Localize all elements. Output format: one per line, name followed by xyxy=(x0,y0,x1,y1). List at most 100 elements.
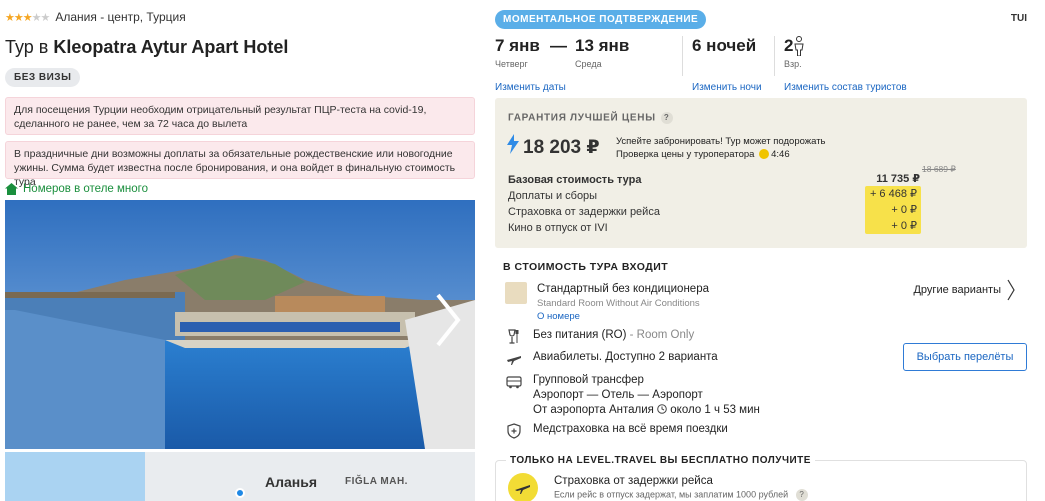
star-icon: ★ xyxy=(22,11,33,24)
base-price-value: 11 735 ₽ xyxy=(876,173,920,185)
adults: 2 Взр. xyxy=(784,36,805,69)
airplane-icon xyxy=(507,356,521,365)
bonus-sub: Если рейс в отпуск задержат, мы заплатим… xyxy=(554,489,789,500)
house-icon xyxy=(5,183,18,195)
covid-alert: Для посещения Турции необходим отрицател… xyxy=(5,97,475,135)
transfer-from: От аэропорта Анталия xyxy=(533,404,654,416)
divider xyxy=(682,36,683,76)
transfer-row: Групповой трансфер Аэропорт — Отель — Аэ… xyxy=(505,373,760,418)
room-thumbnail[interactable] xyxy=(505,282,527,304)
change-dates-link[interactable]: Изменить даты xyxy=(495,82,566,93)
medical-insurance-row: Медстраховка на всё время поездки xyxy=(505,422,728,440)
room-name-en: Standard Room Without Air Conditions xyxy=(537,298,700,309)
visa-badge: БЕЗ ВИЗЫ xyxy=(5,68,81,87)
instant-confirmation-badge: МОМЕНТАЛЬНОЕ ПОДТВЕРЖДЕНИЕ xyxy=(495,10,707,29)
date-from-weekday: Четверг xyxy=(495,59,528,69)
hotel-photo-image xyxy=(5,200,475,449)
price-check-label: Проверка цены у туроператора xyxy=(616,149,755,160)
date-dash: — xyxy=(550,36,567,55)
price-panel: ГАРАНТИЯ ЛУЧШЕЙ ЦЕНЫ? 18 203 ₽ Успейте з… xyxy=(495,98,1027,248)
star-icon: ★ xyxy=(5,11,15,24)
date-to-weekday: Среда xyxy=(575,59,602,69)
room-name: Стандартный без кондиционера xyxy=(537,283,709,295)
wine-glass-icon xyxy=(508,329,519,344)
chevron-right-icon xyxy=(1007,279,1015,301)
other-options-label: Другие варианты xyxy=(913,284,1001,296)
fees-label: Доплаты и сборы xyxy=(508,190,598,202)
about-room-link[interactable]: О номере xyxy=(537,310,709,323)
guarantee-text: ГАРАНТИЯ ЛУЧШЕЙ ЦЕНЫ xyxy=(508,112,656,124)
hotel-column: ★★★★★ Алания - центр, Турция Тур в Kleop… xyxy=(5,0,475,501)
delay-insurance-label: Страховка от задержки рейса xyxy=(508,206,660,218)
clock-icon xyxy=(657,404,667,414)
other-options-button[interactable]: Другие варианты xyxy=(913,279,1015,301)
kino-label: Кино в отпуск от IVI xyxy=(508,222,608,234)
date-from: 7 янв Четверг xyxy=(495,36,540,69)
booking-column: МОМЕНТАЛЬНОЕ ПОДТВЕРЖДЕНИЕ TUI 7 янв Чет… xyxy=(495,0,1027,501)
hotel-photo[interactable] xyxy=(5,200,475,449)
flights-row: Авиабилеты. Доступно 2 варианта xyxy=(505,350,718,368)
map-district-label: FIĞLA MAH. xyxy=(345,476,408,487)
holiday-alert: В праздничные дни возможны доплаты за об… xyxy=(5,141,475,188)
date-to: 13 янв Среда xyxy=(575,36,629,69)
title-prefix: Тур в xyxy=(5,37,54,57)
map-sea xyxy=(5,452,145,501)
price-warning-line1: Успейте забронировать! Тур может подорож… xyxy=(616,136,826,147)
change-nights-link[interactable]: Изменить ночи xyxy=(692,82,762,93)
medical-insurance-text: Медстраховка на всё время поездки xyxy=(533,423,728,435)
rooms-availability: Номеров в отеле много xyxy=(5,183,148,195)
meal-sub: - Room Only xyxy=(626,329,695,341)
old-base-price: 18 689 ₽ xyxy=(922,164,956,174)
star-icon: ★ xyxy=(13,11,24,24)
free-bonus-box: ТОЛЬКО НА LEVEL.TRAVEL ВЫ БЕСПЛАТНО ПОЛУ… xyxy=(495,455,1027,501)
surcharges-highlight: + 6 468 ₽ + 0 ₽ + 0 ₽ xyxy=(865,186,921,234)
help-icon[interactable]: ? xyxy=(660,112,673,124)
kino-value: + 0 ₽ xyxy=(891,220,917,232)
insurance-badge-icon xyxy=(508,473,538,501)
price-timer: 4:46 xyxy=(771,149,790,160)
adults-count: 2 xyxy=(784,36,794,55)
timer-icon xyxy=(759,149,770,160)
price-breakdown: Базовая стоимость тура Доплаты и сборы С… xyxy=(508,172,660,236)
choose-flights-button[interactable]: Выбрать перелёты xyxy=(903,343,1027,371)
nights: 6 ночей xyxy=(692,36,756,56)
hotel-name: Kleopatra Aytur Apart Hotel xyxy=(53,37,289,57)
meal-row: Без питания (RO) - Room Only xyxy=(505,328,694,346)
map-city-label: Аланья xyxy=(265,474,318,490)
transfer-route: Аэропорт — Отель — Аэропорт xyxy=(533,389,703,401)
shield-icon xyxy=(507,423,521,439)
person-icon xyxy=(794,36,805,56)
hotel-location: Алания - центр, Турция xyxy=(55,10,186,24)
meal-type: Без питания (RO) xyxy=(533,329,627,341)
bus-icon xyxy=(506,376,522,389)
location-row: ★★★★★ Алания - центр, Турция xyxy=(5,10,186,24)
star-rating: ★★★★★ xyxy=(5,11,51,24)
rooms-note-text: Номеров в отеле много xyxy=(23,183,148,195)
bonus-title: ТОЛЬКО НА LEVEL.TRAVEL ВЫ БЕСПЛАТНО ПОЛУ… xyxy=(506,455,815,466)
star-icon: ★ xyxy=(31,11,42,24)
tour-operator: TUI xyxy=(1010,13,1027,24)
star-icon: ★ xyxy=(40,11,51,24)
lightning-icon xyxy=(507,134,519,154)
best-price-guarantee: ГАРАНТИЯ ЛУЧШЕЙ ЦЕНЫ? xyxy=(508,112,673,124)
price-warning: Успейте забронировать! Тур может подорож… xyxy=(616,135,826,161)
adults-label: Взр. xyxy=(784,59,802,69)
included-section-title: В СТОИМОСТЬ ТУРА ВХОДИТ xyxy=(503,261,669,273)
base-price-label: Базовая стоимость тура xyxy=(508,174,642,186)
divider xyxy=(774,36,775,76)
total-price: 18 203 ₽ xyxy=(523,137,600,158)
delay-insurance-value: + 0 ₽ xyxy=(891,204,917,216)
hotel-map[interactable]: Аланья FIĞLA MAH. xyxy=(5,452,475,501)
date-from-value: 7 янв xyxy=(495,36,540,55)
transfer-time: около 1 ч 53 мин xyxy=(670,404,760,416)
next-photo-chevron-icon[interactable] xyxy=(433,290,463,350)
price-warning-line2: Проверка цены у туроператора 4:46 xyxy=(616,148,826,161)
room-row: Стандартный без кондиционера Standard Ro… xyxy=(505,282,709,323)
bonus-text: Страховка от задержки рейса Если рейс в … xyxy=(554,475,808,501)
nights-value: 6 ночей xyxy=(692,36,757,55)
flights-text: Авиабилеты. Доступно 2 варианта xyxy=(533,351,718,363)
change-tourists-link[interactable]: Изменить состав туристов xyxy=(784,82,907,93)
date-to-value: 13 янв xyxy=(575,36,630,55)
help-icon[interactable]: ? xyxy=(795,489,808,501)
map-pin-icon[interactable] xyxy=(235,488,245,498)
